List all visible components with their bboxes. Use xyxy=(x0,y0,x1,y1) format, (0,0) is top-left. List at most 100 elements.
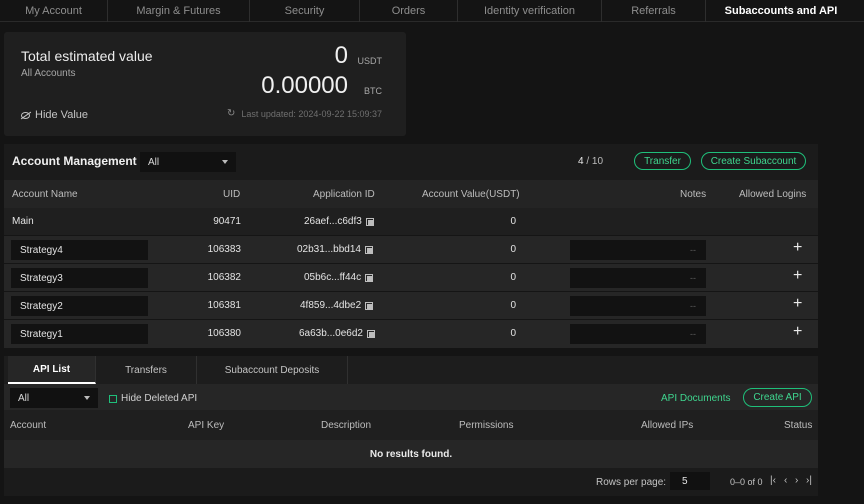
col-notes: Notes xyxy=(680,189,707,200)
subaccount-count: 4 / 10 xyxy=(578,156,603,167)
rows-per-page-label: Rows per page: xyxy=(596,477,667,488)
application-id-text: 05b6c...ff44c xyxy=(304,272,362,283)
add-login-button[interactable]: + xyxy=(793,296,802,312)
add-login-button[interactable]: + xyxy=(793,324,802,340)
hide-deleted-label: Hide Deleted API xyxy=(121,393,198,404)
api-filter-select[interactable]: All xyxy=(10,388,98,408)
add-login-button[interactable]: + xyxy=(793,240,802,256)
tab-api-list[interactable]: API List xyxy=(8,356,96,384)
usdt-value: 0 xyxy=(334,42,348,69)
tab-margin-futures[interactable]: Margin & Futures xyxy=(108,0,250,22)
col-allowed-logins: Allowed Logins xyxy=(739,189,807,200)
last-updated: ↻ Last updated: 2024-09-22 15:09:37 xyxy=(227,108,382,119)
last-updated-text: Last updated: 2024-09-22 15:09:37 xyxy=(241,108,382,119)
table-row-strategy4: Strategy4 106383 02b31...bbd14 0 -- + xyxy=(4,236,818,264)
col-description: Description xyxy=(321,420,372,431)
add-login-button[interactable]: + xyxy=(793,268,802,284)
account-name-field[interactable]: Strategy2 xyxy=(11,296,148,316)
col-api-key: API Key xyxy=(188,420,225,431)
application-id: 05b6c...ff44c xyxy=(304,272,374,283)
col-permissions: Permissions xyxy=(459,420,514,431)
total-value-title: Total estimated value xyxy=(21,48,153,64)
tab-referrals[interactable]: Referrals xyxy=(602,0,706,22)
api-tabs: API List Transfers Subaccount Deposits xyxy=(4,356,818,384)
account-uid: 90471 xyxy=(213,216,241,227)
application-id: 26aef...c6df3 xyxy=(304,216,374,227)
application-id: 4f859...4dbe2 xyxy=(300,300,374,311)
table-row-strategy3: Strategy3 106382 05b6c...ff44c 0 -- + xyxy=(4,264,818,292)
notes-field[interactable]: -- xyxy=(570,324,706,344)
account-value: 0 xyxy=(510,216,516,227)
application-id-text: 4f859...4dbe2 xyxy=(300,300,362,311)
usdt-unit: USDT xyxy=(357,56,383,66)
account-name: Main xyxy=(12,216,34,227)
next-page-icon[interactable]: › xyxy=(795,475,798,486)
account-name-field[interactable]: Strategy1 xyxy=(11,324,148,344)
col-account-value: Account Value(USDT) xyxy=(422,189,520,200)
top-navigation: My Account Margin & Futures Security Ord… xyxy=(0,0,864,22)
eye-slash-icon xyxy=(21,111,30,119)
copy-icon[interactable] xyxy=(365,217,374,226)
copy-icon[interactable] xyxy=(366,329,375,338)
account-filter-value: All xyxy=(148,156,160,168)
prev-page-icon[interactable]: ‹ xyxy=(784,475,787,486)
application-id-text: 26aef...c6df3 xyxy=(304,216,362,227)
first-page-icon[interactable]: |‹ xyxy=(770,475,776,486)
table-row-strategy1: Strategy1 106380 6a63b...0e6d2 0 -- + xyxy=(4,320,818,348)
tab-security[interactable]: Security xyxy=(250,0,360,22)
tab-identity-verification[interactable]: Identity verification xyxy=(458,0,602,22)
table-row-main: Main 90471 26aef...c6df3 0 xyxy=(4,208,818,236)
notes-field[interactable]: -- xyxy=(570,296,706,316)
col-uid: UID xyxy=(223,189,241,200)
transfer-button[interactable]: Transfer xyxy=(634,152,691,170)
total-value-card: Total estimated value All Accounts 0 USD… xyxy=(4,32,406,136)
tab-orders[interactable]: Orders xyxy=(360,0,458,22)
account-name-field[interactable]: Strategy3 xyxy=(11,268,148,288)
tab-subaccounts-api[interactable]: Subaccounts and API xyxy=(706,0,856,22)
account-management-header: Account Management All 4 / 10 Transfer C… xyxy=(4,144,818,180)
api-filter-value: All xyxy=(18,392,30,404)
create-subaccount-button[interactable]: Create Subaccount xyxy=(701,152,806,170)
account-value: 0 xyxy=(510,272,516,283)
account-filter-select[interactable]: All xyxy=(140,152,236,172)
empty-state: No results found. xyxy=(4,440,818,468)
tab-transfers[interactable]: Transfers xyxy=(96,356,197,384)
application-id: 02b31...bbd14 xyxy=(297,244,373,255)
refresh-icon[interactable]: ↻ xyxy=(227,108,235,119)
api-controls: All Hide Deleted API API Documents Creat… xyxy=(4,384,818,410)
account-name-field[interactable]: Strategy4 xyxy=(11,240,148,260)
hide-deleted-checkbox[interactable] xyxy=(109,395,117,403)
account-uid: 106383 xyxy=(207,244,241,255)
page-range: 0–0 of 0 xyxy=(730,477,763,487)
pagination: Rows per page: 5 0–0 of 0 |‹ ‹ › ›| xyxy=(4,468,818,496)
notes-field[interactable]: -- xyxy=(570,240,706,260)
subaccount-count-current: 4 xyxy=(578,156,584,167)
create-api-button[interactable]: Create API xyxy=(743,388,812,407)
tab-my-account[interactable]: My Account xyxy=(0,0,108,22)
application-id-text: 02b31...bbd14 xyxy=(297,244,361,255)
copy-icon[interactable] xyxy=(365,301,374,310)
tab-subaccount-deposits[interactable]: Subaccount Deposits xyxy=(197,356,348,384)
application-id: 6a63b...0e6d2 xyxy=(299,328,375,339)
account-management-title: Account Management xyxy=(12,154,137,168)
btc-unit: BTC xyxy=(364,86,382,96)
rows-per-page-select[interactable]: 5 xyxy=(670,472,710,490)
hide-value-toggle[interactable]: Hide Value xyxy=(21,109,88,121)
api-documents-link[interactable]: API Documents xyxy=(661,393,730,404)
notes-field[interactable]: -- xyxy=(570,268,706,288)
copy-icon[interactable] xyxy=(365,273,374,282)
hide-value-label: Hide Value xyxy=(35,109,88,121)
btc-value: 0.00000 xyxy=(261,72,348,99)
table-row-strategy2: Strategy2 106381 4f859...4dbe2 0 -- + xyxy=(4,292,818,320)
account-uid: 106382 xyxy=(207,272,241,283)
copy-icon[interactable] xyxy=(364,245,373,254)
col-allowed-ips: Allowed IPs xyxy=(641,420,694,431)
col-status: Status xyxy=(784,420,813,431)
accounts-table-header: Account Name UID Application ID Account … xyxy=(4,180,818,208)
last-page-icon[interactable]: ›| xyxy=(806,475,812,486)
total-value-subtitle: All Accounts xyxy=(21,68,76,79)
application-id-text: 6a63b...0e6d2 xyxy=(299,328,363,339)
account-value: 0 xyxy=(510,300,516,311)
col-application-id: Application ID xyxy=(313,189,375,200)
api-table-header: Account API Key Description Permissions … xyxy=(4,410,818,440)
